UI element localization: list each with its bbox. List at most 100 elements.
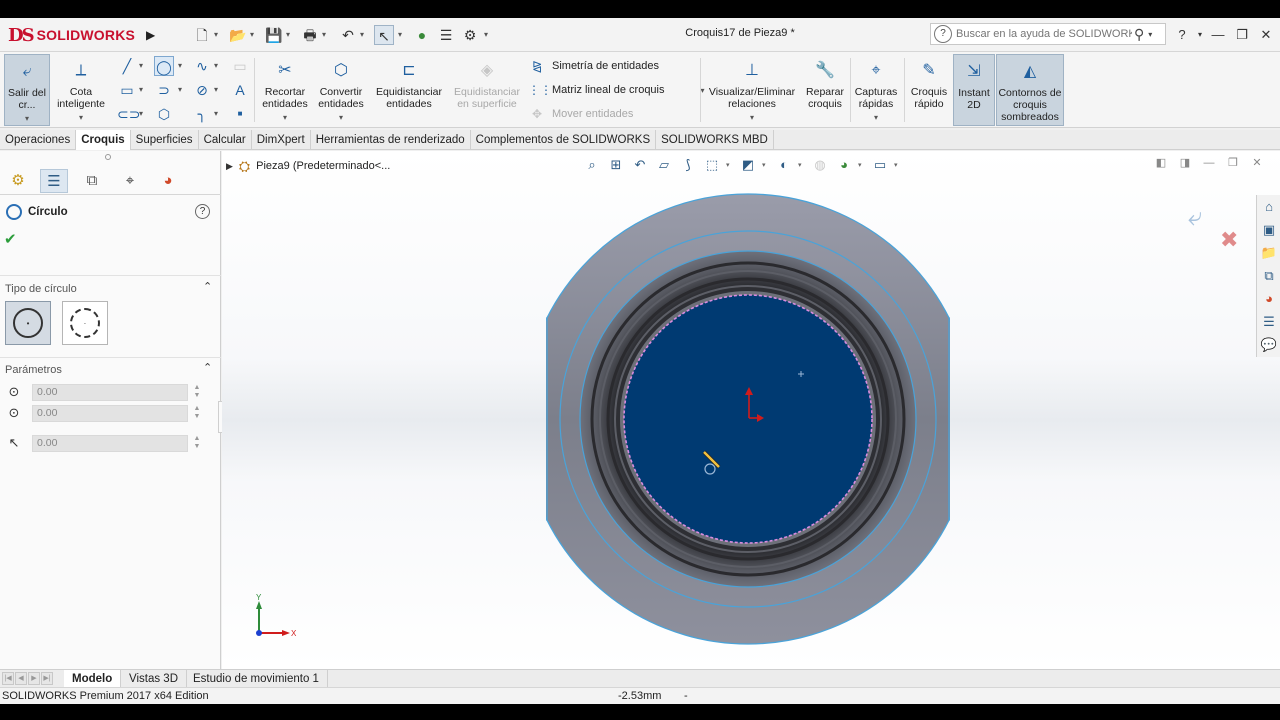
- tab-modelo[interactable]: Modelo: [64, 670, 122, 688]
- display-style-caret-icon[interactable]: ▾: [762, 161, 770, 169]
- edit-appearance-icon[interactable]: ◍: [810, 155, 830, 175]
- center-circle-type-button[interactable]: •: [5, 301, 51, 345]
- text-tool-icon[interactable]: A: [230, 80, 250, 100]
- spline-tool-icon[interactable]: ∿: [192, 56, 212, 76]
- solidworks-resources-icon[interactable]: ⌂: [1258, 196, 1280, 218]
- new-document-icon[interactable]: 🗋: [192, 25, 212, 45]
- collapse-chevron-icon[interactable]: ⌃: [203, 361, 212, 374]
- ellipse-tool-icon[interactable]: ⊘: [192, 80, 212, 100]
- dimxpert-manager-tab-icon[interactable]: ⌖: [116, 169, 144, 193]
- help-search-box[interactable]: ? ⚲ ▾: [930, 23, 1166, 45]
- previous-view-icon[interactable]: ↶: [630, 155, 650, 175]
- menu-expand-icon[interactable]: ▶: [146, 26, 162, 44]
- repair-sketch-button[interactable]: 🔧 Reparar croquis: [802, 54, 848, 126]
- viewport-close-icon[interactable]: ✕: [1250, 156, 1264, 170]
- undo-caret-icon[interactable]: ▾: [360, 27, 368, 43]
- help-search-input[interactable]: [956, 28, 1132, 40]
- panel-grip[interactable]: [105, 154, 111, 160]
- parameters-group-header[interactable]: Parámetros ⌃: [0, 360, 221, 380]
- section-view-icon[interactable]: ▱: [654, 155, 674, 175]
- radius-input[interactable]: [32, 434, 188, 452]
- center-y-input[interactable]: [32, 404, 188, 422]
- exit-sketch-button[interactable]: ⤶ Salir del cr... ▾: [4, 54, 50, 126]
- file-explorer-icon[interactable]: 📁: [1258, 242, 1280, 264]
- shaded-sketch-contours-button[interactable]: ◭ Contornos de croquis sombreados: [996, 54, 1064, 126]
- part-model-view[interactable]: [222, 151, 1280, 669]
- slot-straight-caret-icon[interactable]: ▾: [139, 104, 147, 124]
- configuration-manager-tab-icon[interactable]: ⧉: [78, 169, 106, 193]
- property-manager-tab-icon[interactable]: ☰: [40, 169, 68, 193]
- slot-tool-icon[interactable]: ⊃: [154, 80, 174, 100]
- center-x-input[interactable]: [32, 383, 188, 401]
- display-manager-tab-icon[interactable]: ◕: [154, 169, 182, 193]
- solidworks-logo[interactable]: DS SOLIDWORKS: [8, 22, 135, 48]
- exit-sketch-caret-icon[interactable]: ▾: [25, 113, 29, 125]
- hide-show-items-icon[interactable]: ◐: [774, 155, 794, 175]
- linear-pattern-button[interactable]: ⋮⋮ Matriz lineal de croquis ▾: [528, 80, 705, 100]
- help-caret-icon[interactable]: ▾: [1190, 25, 1210, 45]
- forum-icon[interactable]: 💬: [1258, 334, 1280, 356]
- feature-manager-tab-icon[interactable]: ⚙: [4, 169, 32, 193]
- save-caret-icon[interactable]: ▾: [286, 27, 294, 43]
- center-y-spinner-icon[interactable]: ▲ ▼: [192, 405, 202, 421]
- circle-caret-icon[interactable]: ▾: [178, 56, 186, 76]
- print-caret-icon[interactable]: ▾: [322, 27, 330, 43]
- expand-arrow-icon[interactable]: ▶: [226, 161, 233, 172]
- line-tool-icon[interactable]: ╱: [117, 56, 137, 76]
- view-orientation-caret-icon[interactable]: ▾: [726, 161, 734, 169]
- circle-tool-icon[interactable]: ◯: [154, 56, 174, 76]
- first-tab-icon[interactable]: |◀: [2, 672, 14, 685]
- tab-herramientas-renderizado[interactable]: Herramientas de renderizado: [311, 130, 471, 150]
- rectangle-tool-icon[interactable]: ▭: [117, 80, 137, 100]
- tab-vistas-3d[interactable]: Vistas 3D: [121, 670, 188, 688]
- quick-snaps-button[interactable]: ⌖ Capturas rápidas ▾: [852, 54, 900, 126]
- view-settings-caret-icon[interactable]: ▾: [894, 161, 902, 169]
- instant-2d-button[interactable]: ⇲ Instant 2D: [953, 54, 995, 126]
- viewport-restore-icon[interactable]: ❐: [1226, 156, 1240, 170]
- tab-operaciones[interactable]: Operaciones: [0, 130, 77, 150]
- options-gear-icon[interactable]: ⚙: [460, 25, 480, 45]
- appearances-icon[interactable]: ◕: [1258, 288, 1280, 310]
- restore-icon[interactable]: ❐: [1232, 25, 1252, 45]
- graphics-area[interactable]: ▶ ⛭ Pieza9 (Predeterminado<... ⌕ ⊞ ↶ ▱ ⟆…: [222, 151, 1280, 669]
- next-tab-icon[interactable]: ▶: [28, 672, 40, 685]
- tab-superficies[interactable]: Superficies: [131, 130, 199, 150]
- spline-caret-icon[interactable]: ▾: [214, 56, 222, 76]
- view-palette-icon[interactable]: ⧉: [1258, 265, 1280, 287]
- offset-entities-button[interactable]: ⊏ Equidistanciar entidades: [372, 54, 446, 126]
- rebuild-traffic-light-icon[interactable]: ●: [412, 25, 432, 45]
- feature-tree-flyout[interactable]: ▶ ⛭ Pieza9 (Predeterminado<...: [226, 157, 390, 175]
- perimeter-circle-type-button[interactable]: ·: [62, 301, 108, 345]
- close-icon[interactable]: ✕: [1256, 25, 1276, 45]
- help-icon[interactable]: ?: [1172, 25, 1192, 45]
- apply-scene-icon[interactable]: ◕: [834, 155, 854, 175]
- open-caret-icon[interactable]: ▾: [250, 27, 258, 43]
- convert-entities-button[interactable]: ⬡ Convertir entidades ▾: [314, 54, 368, 126]
- rapid-sketch-button[interactable]: ✎ Croquis rápido: [906, 54, 952, 126]
- line-caret-icon[interactable]: ▾: [139, 56, 147, 76]
- ok-checkmark-icon[interactable]: ✔: [4, 230, 17, 248]
- apply-scene-caret-icon[interactable]: ▾: [858, 161, 866, 169]
- print-icon[interactable]: 🖶: [300, 25, 320, 45]
- save-icon[interactable]: 💾: [264, 25, 284, 45]
- circle-type-group-header[interactable]: Tipo de círculo ⌃: [0, 279, 221, 299]
- cancel-sketch-icon[interactable]: ✖: [1220, 227, 1238, 253]
- help-icon[interactable]: ?: [195, 204, 210, 219]
- slot-straight-tool-icon[interactable]: ⊂⊃: [117, 104, 140, 124]
- tab-estudio-movimiento[interactable]: Estudio de movimiento 1: [185, 670, 328, 688]
- tab-dimxpert[interactable]: DimXpert: [252, 130, 311, 150]
- trim-entities-button[interactable]: ✂ Recortar entidades ▾: [258, 54, 312, 126]
- open-folder-icon[interactable]: 📂: [228, 25, 248, 45]
- collapse-chevron-icon[interactable]: ⌃: [203, 280, 212, 293]
- radius-spinner-icon[interactable]: ▲ ▼: [192, 435, 202, 451]
- fillet-tool-icon[interactable]: ╮: [192, 104, 212, 124]
- search-caret-icon[interactable]: ▾: [1148, 30, 1152, 39]
- rectangle-caret-icon[interactable]: ▾: [139, 80, 147, 100]
- zoom-to-area-icon[interactable]: ⊞: [606, 155, 626, 175]
- smart-dimension-caret-icon[interactable]: ▾: [79, 112, 83, 124]
- display-style-icon[interactable]: ◩: [738, 155, 758, 175]
- new-caret-icon[interactable]: ▾: [214, 27, 222, 43]
- view-orientation-icon[interactable]: ⬚: [702, 155, 722, 175]
- point-tool-icon[interactable]: ■: [230, 104, 250, 124]
- display-delete-relations-button[interactable]: ⊥ Visualizar/Eliminar relaciones ▾: [704, 54, 800, 126]
